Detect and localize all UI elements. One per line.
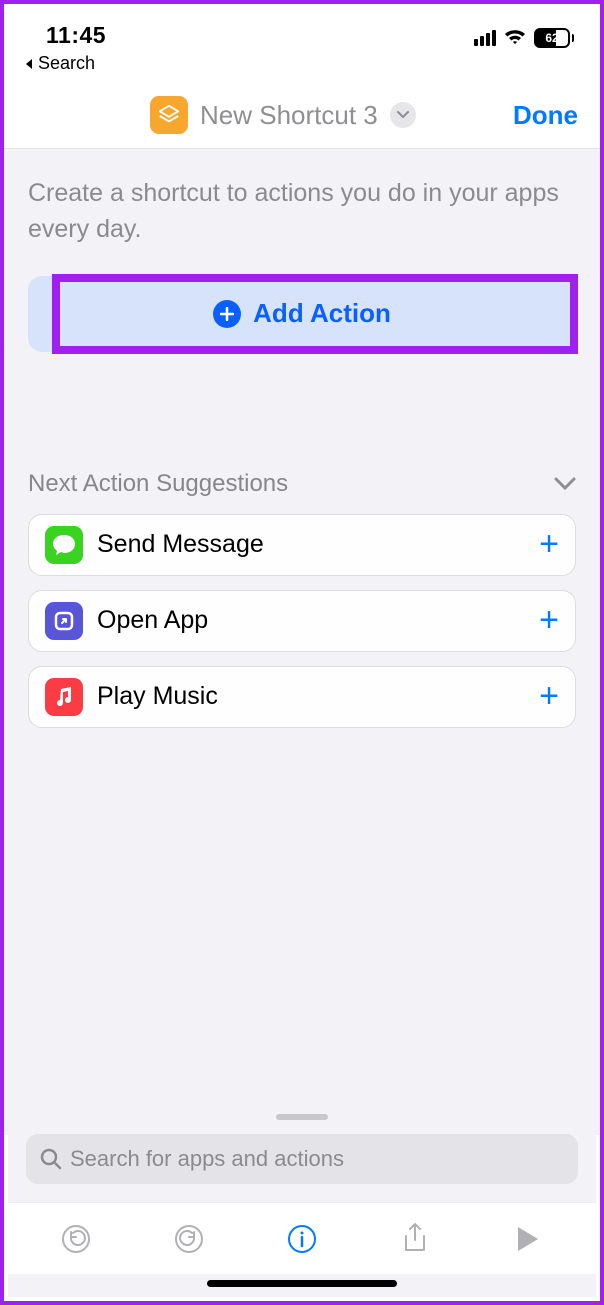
open-app-icon <box>45 602 83 640</box>
shortcut-title-button[interactable]: New Shortcut 3 <box>150 96 416 134</box>
messages-app-icon <box>45 526 83 564</box>
suggestion-label: Play Music <box>97 682 539 711</box>
done-button[interactable]: Done <box>513 100 578 131</box>
share-button[interactable] <box>395 1219 435 1259</box>
redo-button[interactable] <box>169 1219 209 1259</box>
cellular-signal-icon <box>474 30 496 46</box>
plus-icon[interactable]: + <box>539 677 559 716</box>
shortcut-icon <box>150 96 188 134</box>
search-placeholder: Search for apps and actions <box>70 1146 344 1172</box>
status-time: 11:45 <box>46 22 106 49</box>
bottom-panel: Search for apps and actions <box>8 1102 596 1297</box>
shortcut-title: New Shortcut 3 <box>200 100 378 131</box>
plus-circle-icon <box>213 300 241 328</box>
drag-handle[interactable] <box>276 1114 328 1120</box>
nav-bar: New Shortcut 3 Done <box>4 74 600 148</box>
search-icon <box>40 1148 62 1170</box>
search-input[interactable]: Search for apps and actions <box>26 1134 578 1184</box>
suggestion-label: Send Message <box>97 530 539 559</box>
status-bar: 11:45 Search 62 <box>4 4 600 74</box>
instruction-text: Create a shortcut to actions you do in y… <box>28 175 576 248</box>
chevron-down-icon <box>390 102 416 128</box>
plus-icon[interactable]: + <box>539 525 559 564</box>
chevron-down-icon <box>554 477 576 491</box>
battery-icon: 62 <box>534 28 574 48</box>
back-to-search[interactable]: Search <box>24 53 95 74</box>
bottom-toolbar <box>8 1202 596 1274</box>
suggestion-open-app[interactable]: Open App + <box>28 590 576 652</box>
plus-icon[interactable]: + <box>539 601 559 640</box>
play-button[interactable] <box>508 1219 548 1259</box>
music-app-icon <box>45 678 83 716</box>
info-button[interactable] <box>282 1219 322 1259</box>
suggestion-play-music[interactable]: Play Music + <box>28 666 576 728</box>
back-triangle-icon <box>24 58 34 70</box>
suggestions-header[interactable]: Next Action Suggestions <box>28 470 576 498</box>
home-indicator[interactable] <box>207 1280 397 1287</box>
undo-button[interactable] <box>56 1219 96 1259</box>
suggestion-label: Open App <box>97 606 539 635</box>
suggestion-send-message[interactable]: Send Message + <box>28 514 576 576</box>
content-area: Create a shortcut to actions you do in y… <box>4 148 600 1135</box>
add-action-button[interactable]: Add Action <box>28 276 576 352</box>
wifi-icon <box>504 29 526 47</box>
